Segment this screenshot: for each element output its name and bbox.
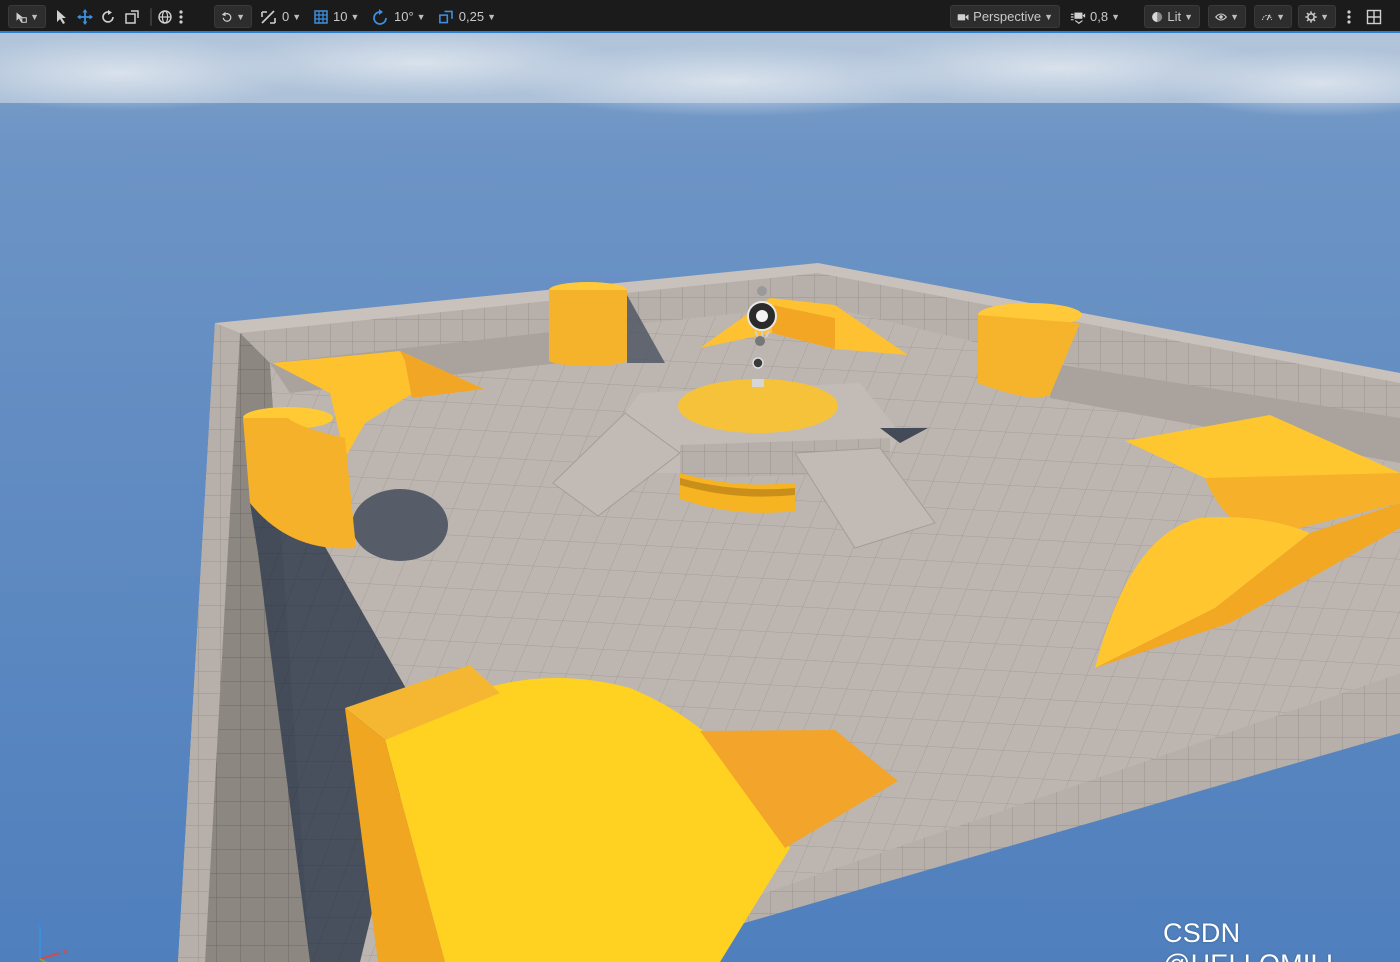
viewport-layout-button[interactable] bbox=[1366, 5, 1386, 28]
globe-icon bbox=[158, 9, 172, 24]
chevron-down-icon: ▼ bbox=[292, 11, 302, 22]
select-tool-button[interactable] bbox=[54, 5, 72, 28]
eye-icon bbox=[1215, 12, 1228, 21]
rotate-tool-button[interactable] bbox=[100, 5, 118, 28]
exponential-fog-icon[interactable] bbox=[752, 357, 764, 369]
axis-x-label: x bbox=[63, 946, 68, 956]
rotate-icon bbox=[102, 9, 114, 23]
view-mode-dropdown[interactable]: Perspective ▼ bbox=[950, 5, 1060, 28]
toolbar-divider bbox=[150, 8, 152, 26]
surface-snap-dropdown[interactable]: ▼ bbox=[214, 5, 252, 28]
move-arrows-icon bbox=[77, 8, 93, 25]
translate-snap-toggle[interactable]: 0 ▼ bbox=[260, 5, 302, 28]
axis-x-line bbox=[39, 952, 61, 960]
world-local-toggle[interactable] bbox=[157, 5, 175, 28]
grid-snap-icon bbox=[314, 9, 328, 24]
camera-speed-icon bbox=[1070, 12, 1086, 24]
chevron-down-icon: ▼ bbox=[236, 11, 245, 22]
lit-sphere-icon bbox=[1152, 11, 1163, 22]
player-start-icon[interactable] bbox=[752, 379, 764, 387]
chevron-down-icon: ▼ bbox=[1184, 11, 1193, 22]
rotation-snap-icon bbox=[373, 8, 387, 25]
chevron-down-icon: ▼ bbox=[1230, 11, 1239, 22]
translate-snap-icon bbox=[261, 9, 276, 24]
sky-light-icon[interactable] bbox=[755, 336, 765, 346]
scale-snap-icon bbox=[439, 10, 453, 23]
rotation-snap-value: 10° bbox=[394, 9, 414, 24]
show-flags-dropdown[interactable]: ▼ bbox=[1208, 5, 1246, 28]
kebab-menu-icon bbox=[179, 9, 183, 24]
select-mode-dropdown[interactable]: ▼ bbox=[8, 5, 46, 28]
axis-z-label: z bbox=[37, 921, 42, 931]
chevron-down-icon: ▼ bbox=[1044, 11, 1053, 22]
chevron-down-icon: ▼ bbox=[1111, 11, 1120, 22]
level-scene[interactable] bbox=[0, 33, 1400, 962]
chevron-down-icon: ▼ bbox=[30, 11, 39, 22]
performance-scalability-dropdown[interactable]: ▼ bbox=[1254, 5, 1292, 28]
level-viewport[interactable]: z x y CSDN @HELLOMILI bbox=[0, 33, 1400, 962]
viewport-options-button[interactable] bbox=[1346, 5, 1358, 28]
chevron-down-icon: ▼ bbox=[416, 11, 426, 22]
chevron-down-icon: ▼ bbox=[487, 11, 496, 22]
watermark: CSDN @HELLOMILI bbox=[1163, 918, 1333, 962]
cursor-arrow-icon bbox=[57, 9, 66, 24]
sky-atmosphere-icon[interactable] bbox=[757, 286, 767, 296]
rotation-snap-toggle[interactable]: 10° ▼ bbox=[372, 5, 428, 28]
chevron-down-icon: ▼ bbox=[350, 11, 360, 22]
chevron-down-icon: ▼ bbox=[1276, 11, 1285, 22]
viewport-settings-dropdown[interactable]: ▼ bbox=[1298, 5, 1336, 28]
layout-grid-icon bbox=[1366, 9, 1382, 24]
scale-snap-toggle[interactable]: 0,25 ▼ bbox=[438, 5, 496, 28]
chevron-down-icon: ▼ bbox=[1320, 11, 1329, 22]
grid-snap-value: 10 bbox=[333, 9, 348, 24]
grid-snap-toggle[interactable]: 10 ▼ bbox=[313, 5, 363, 28]
camera-speed-dropdown[interactable]: 0,8 ▼ bbox=[1070, 5, 1120, 28]
lighting-mode-dropdown[interactable]: Lit ▼ bbox=[1144, 5, 1200, 28]
lighting-mode-label: Lit bbox=[1167, 9, 1182, 24]
scale-snap-value: 0,25 bbox=[458, 9, 485, 24]
gauge-icon bbox=[1261, 13, 1273, 20]
gear-icon bbox=[1305, 10, 1317, 23]
translate-snap-value: 0 bbox=[282, 9, 290, 24]
select-mode-icon bbox=[16, 11, 27, 23]
pillar-shadow bbox=[352, 489, 448, 561]
more-options-button[interactable] bbox=[178, 5, 188, 28]
camera-icon bbox=[957, 13, 969, 20]
camera-speed-value: 0,8 bbox=[1090, 9, 1109, 24]
central-yellow-disc bbox=[678, 379, 838, 433]
viewport-toolbar: ▼ ▼ 0 ▼ 10 ▼ 10° ▼ 0,25 ▼ Perspective ▼ … bbox=[0, 0, 1400, 33]
surface-snap-icon bbox=[221, 11, 232, 22]
scale-tool-button[interactable] bbox=[124, 5, 142, 28]
scale-icon bbox=[125, 9, 139, 24]
axis-gizmo: z x y bbox=[37, 921, 68, 962]
kebab-menu-icon bbox=[1347, 9, 1351, 24]
translate-tool-button[interactable] bbox=[77, 5, 95, 28]
view-mode-label: Perspective bbox=[973, 9, 1042, 24]
